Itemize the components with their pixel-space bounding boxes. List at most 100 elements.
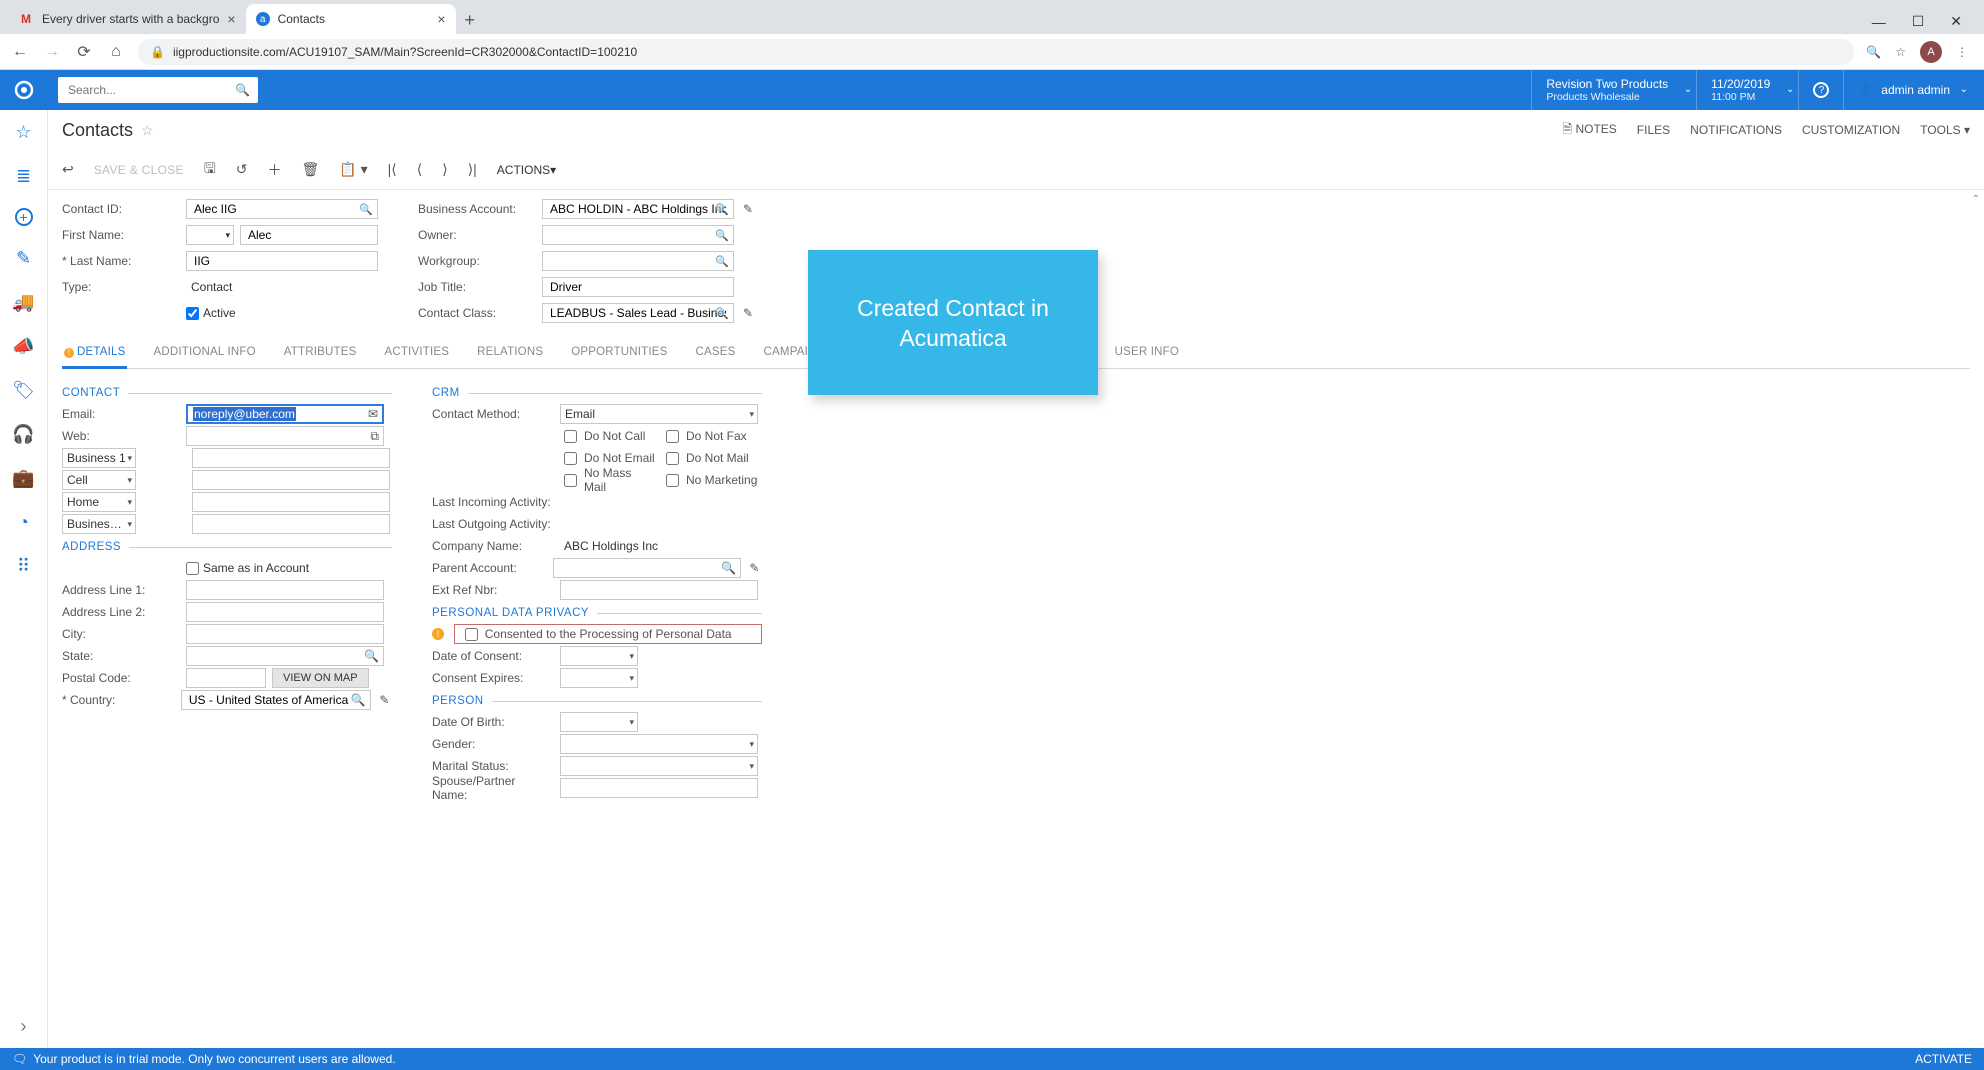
nav-home-button[interactable]: ⌂ — [106, 43, 126, 61]
phone-type-4[interactable]: Business Fax▾ — [62, 514, 136, 534]
mail-icon[interactable]: ✉ — [368, 407, 378, 421]
do-not-call-checkbox[interactable]: Do Not Call — [560, 427, 656, 446]
customization-button[interactable]: CUSTOMIZATION — [1802, 123, 1900, 137]
nav-first-button[interactable]: |⟨ — [388, 161, 397, 178]
parent-account-field[interactable]: 🔍 — [553, 558, 741, 578]
bookmark-icon[interactable]: ☆ — [1895, 45, 1906, 59]
save-button[interactable]: 🖫 — [204, 158, 216, 182]
expand-rail-button[interactable]: › — [12, 1014, 36, 1038]
support-icon[interactable]: 🎧 — [12, 422, 36, 446]
workgroup-field[interactable]: 🔍 — [542, 251, 734, 271]
undo-button[interactable]: ↺ — [236, 161, 248, 178]
owner-field[interactable]: 🔍 — [542, 225, 734, 245]
postal-field[interactable] — [186, 668, 266, 688]
app-search[interactable]: 🔍 — [58, 77, 258, 103]
city-field[interactable] — [186, 624, 384, 644]
first-name-field[interactable] — [240, 225, 378, 245]
lookup-icon[interactable]: 🔍 — [715, 255, 729, 268]
nav-last-button[interactable]: ⟩| — [468, 161, 477, 178]
search-icon[interactable]: 🔍 — [235, 83, 250, 97]
do-not-mail-checkbox[interactable]: Do Not Mail — [662, 449, 749, 468]
state-field[interactable]: 🔍 — [186, 646, 384, 666]
window-minimize-button[interactable]: — — [1868, 10, 1890, 34]
tenant-selector[interactable]: Revision Two Products Products Wholesale… — [1531, 70, 1696, 110]
edit-icon[interactable]: ✎ — [377, 693, 392, 707]
app-logo[interactable] — [0, 70, 48, 110]
same-as-account-checkbox[interactable]: Same as in Account — [186, 561, 309, 575]
files-button[interactable]: FILES — [1637, 123, 1670, 137]
edit-icon[interactable]: ✎ — [740, 202, 756, 216]
lookup-icon[interactable]: 🔍 — [364, 649, 379, 663]
tab-relations[interactable]: RELATIONS — [475, 338, 545, 368]
open-link-icon[interactable]: ⧉ — [370, 429, 379, 444]
do-not-email-checkbox[interactable]: Do Not Email — [560, 449, 656, 468]
edit-icon[interactable]: ✎ — [12, 246, 36, 270]
phone-3-field[interactable] — [192, 492, 390, 512]
contact-id-field[interactable]: 🔍 — [186, 199, 378, 219]
no-marketing-checkbox[interactable]: No Marketing — [662, 471, 757, 490]
shipping-icon[interactable]: 🚚 — [12, 290, 36, 314]
notes-button[interactable]: 🗎 NOTES — [1562, 120, 1616, 141]
add-new-button[interactable]: ＋ — [268, 160, 282, 180]
lookup-icon[interactable]: 🔍 — [359, 203, 373, 216]
web-field[interactable]: ⧉ — [186, 426, 384, 446]
country-field[interactable]: 🔍 — [181, 690, 371, 710]
tools-button[interactable]: TOOLS ▾ — [1920, 123, 1970, 137]
tab-attributes[interactable]: ATTRIBUTES — [282, 338, 359, 368]
tab-cases[interactable]: CASES — [694, 338, 738, 368]
clipboard-button[interactable]: 📋 ▾ — [339, 161, 367, 178]
title-selector[interactable]: ▾ — [186, 225, 234, 245]
ext-ref-field[interactable] — [560, 580, 758, 600]
activate-button[interactable]: ACTIVATE — [1915, 1052, 1972, 1066]
addr1-field[interactable] — [186, 580, 384, 600]
browser-tab-contacts[interactable]: a Contacts × — [246, 4, 456, 34]
phone-1-field[interactable] — [192, 448, 390, 468]
tab-additional-info[interactable]: ADDITIONAL INFO — [151, 338, 257, 368]
gender-field[interactable]: ▾ — [560, 734, 758, 754]
tab-activities[interactable]: ACTIVITIES — [382, 338, 451, 368]
address-bar[interactable]: 🔒 iigproductionsite.com/ACU19107_SAM/Mai… — [138, 39, 1854, 65]
phone-4-field[interactable] — [192, 514, 390, 534]
addr2-field[interactable] — [186, 602, 384, 622]
add-icon[interactable]: + — [15, 208, 33, 226]
contact-method-field[interactable]: Email▾ — [560, 404, 758, 424]
active-checkbox[interactable]: Active — [186, 306, 236, 320]
spouse-field[interactable] — [560, 778, 758, 798]
cancel-button[interactable]: ↩ — [62, 161, 74, 178]
phone-type-3[interactable]: Home▾ — [62, 492, 136, 512]
nav-prev-button[interactable]: ⟨ — [417, 161, 422, 178]
contact-class-field[interactable]: 🔍 — [542, 303, 734, 323]
lookup-icon[interactable]: 🔍 — [715, 229, 729, 242]
business-account-field[interactable]: 🔍 — [542, 199, 734, 219]
last-name-field[interactable] — [186, 251, 378, 271]
lookup-icon[interactable]: 🔍 — [351, 693, 366, 707]
zoom-icon[interactable]: 🔍 — [1866, 45, 1881, 59]
browser-tab-gmail[interactable]: M Every driver starts with a backgro × — [8, 4, 246, 34]
do-not-fax-checkbox[interactable]: Do Not Fax — [662, 427, 747, 446]
consent-checkbox[interactable]: Consented to the Processing of Personal … — [454, 624, 762, 644]
window-maximize-button[interactable]: ☐ — [1908, 9, 1929, 34]
save-close-button[interactable]: SAVE & CLOSE — [94, 163, 184, 177]
date-consent-field[interactable]: ▾ — [560, 646, 638, 666]
business-date-selector[interactable]: 11/20/2019 11:00 PM ⌄ — [1696, 70, 1798, 110]
tag-icon[interactable]: 🏷 — [12, 378, 36, 402]
search-input[interactable] — [66, 82, 235, 98]
projects-icon[interactable]: 💼 — [12, 466, 36, 490]
edit-icon[interactable]: ✎ — [747, 561, 762, 575]
view-on-map-button[interactable]: VIEW ON MAP — [272, 668, 369, 688]
help-button[interactable]: ? — [1798, 70, 1843, 110]
nav-back-button[interactable]: ← — [10, 43, 30, 61]
delete-button[interactable]: 🗑 — [302, 161, 320, 178]
phone-2-field[interactable] — [192, 470, 390, 490]
marital-field[interactable]: ▾ — [560, 756, 758, 776]
tab-opportunities[interactable]: OPPORTUNITIES — [569, 338, 669, 368]
nav-next-button[interactable]: ⟩ — [442, 161, 447, 178]
favorite-toggle[interactable]: ☆ — [141, 122, 154, 139]
phone-type-2[interactable]: Cell▾ — [62, 470, 136, 490]
close-icon[interactable]: × — [437, 11, 445, 27]
lookup-icon[interactable]: 🔍 — [721, 561, 736, 575]
notifications-button[interactable]: NOTIFICATIONS — [1690, 123, 1782, 137]
tab-user-info[interactable]: USER INFO — [1113, 338, 1181, 368]
user-menu[interactable]: 👤 admin admin ⌄ — [1843, 70, 1972, 110]
window-close-button[interactable]: ✕ — [1946, 9, 1966, 34]
